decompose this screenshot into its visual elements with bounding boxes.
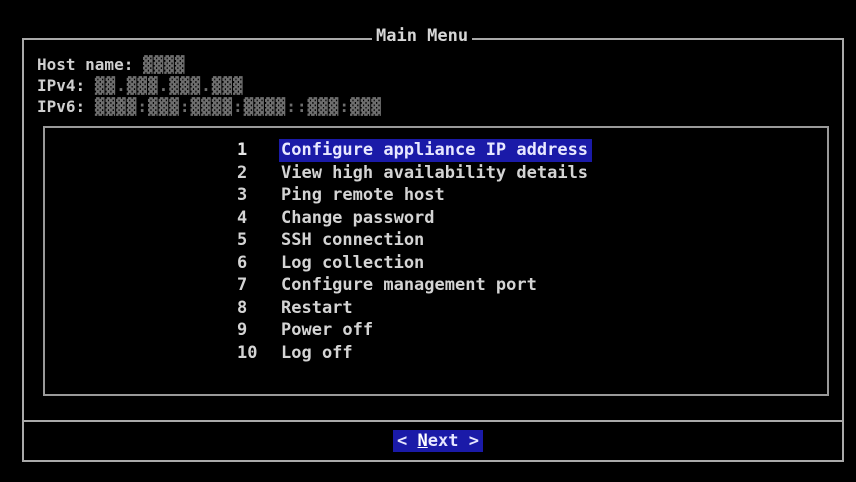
menu-item-number: 9 <box>237 320 248 340</box>
ipv6-value: ▓▓▓▓:▓▓▓:▓▓▓▓:▓▓▓▓::▓▓▓:▓▓▓ <box>94 97 382 116</box>
next-button-hotkey: N <box>417 431 428 451</box>
menu-item-label: Log collection <box>281 252 425 273</box>
menu-item-number: 8 <box>237 297 248 318</box>
menu-item-label: SSH connection <box>281 230 425 250</box>
menu-list: 1 Configure appliance IP address 2 View … <box>229 139 593 365</box>
terminal-screen: Main Menu Host name: ▓▓▓▓ IPv4: ▓▓.▓▓▓.▓… <box>0 0 856 482</box>
menu-item-ssh-connection[interactable]: 5 SSH connection <box>229 229 592 252</box>
menu-item-configure-ip[interactable]: 1 Configure appliance IP address <box>229 139 593 162</box>
host-name-row: Host name: ▓▓▓▓ <box>37 54 382 75</box>
menu-item-power-off[interactable]: 9 Power off <box>229 319 592 342</box>
button-separator <box>22 420 844 422</box>
next-button-rest: ext > <box>427 431 479 451</box>
next-button-left-bracket: < <box>397 431 418 451</box>
host-info: Host name: ▓▓▓▓ IPv4: ▓▓.▓▓▓.▓▓▓.▓▓▓ IPv… <box>37 54 382 117</box>
menu-item-restart[interactable]: 8 Restart <box>229 297 592 320</box>
menu-item-label: Change password <box>281 207 435 228</box>
menu-item-label: Restart <box>281 297 353 318</box>
ipv6-row: IPv6: ▓▓▓▓:▓▓▓:▓▓▓▓:▓▓▓▓::▓▓▓:▓▓▓ <box>37 96 382 117</box>
menu-item-log-off[interactable]: 10 Log off <box>229 342 592 365</box>
dialog-title: Main Menu <box>372 25 473 47</box>
menu-item-number: 7 <box>237 275 248 295</box>
menu-item-label: Power off <box>281 320 374 340</box>
ipv4-row: IPv4: ▓▓.▓▓▓.▓▓▓.▓▓▓ <box>37 75 382 96</box>
host-name-value: ▓▓▓▓ <box>142 55 186 74</box>
menu-item-log-collection[interactable]: 6 Log collection <box>229 252 592 275</box>
ipv6-label: IPv6: <box>37 97 86 116</box>
menu-item-label: View high availability details <box>281 162 589 183</box>
menu-item-number: 3 <box>237 185 248 205</box>
host-name-label: Host name: <box>37 55 134 74</box>
next-button[interactable]: < Next > <box>393 430 483 452</box>
menu-item-number: 2 <box>237 162 248 183</box>
menu-item-configure-management-port[interactable]: 7 Configure management port <box>229 274 592 297</box>
menu-item-number: 10 <box>237 342 258 363</box>
menu-item-label: Log off <box>281 342 353 363</box>
ipv4-label: IPv4: <box>37 76 86 95</box>
menu-item-ping-remote-host[interactable]: 3 Ping remote host <box>229 184 592 207</box>
button-row: < Next > <box>0 430 856 452</box>
menu-item-label: Configure management port <box>281 275 537 295</box>
menu-item-label: Configure appliance IP address <box>279 139 593 162</box>
menu-item-label: Ping remote host <box>281 185 445 205</box>
menu-item-change-password[interactable]: 4 Change password <box>229 207 592 230</box>
menu-item-number: 1 <box>237 140 248 160</box>
menu-item-view-ha-details[interactable]: 2 View high availability details <box>229 162 592 185</box>
menu-item-number: 4 <box>237 207 248 228</box>
menu-item-number: 5 <box>237 230 248 250</box>
ipv4-value: ▓▓.▓▓▓.▓▓▓.▓▓▓ <box>94 76 244 95</box>
menu-item-number: 6 <box>237 252 248 273</box>
